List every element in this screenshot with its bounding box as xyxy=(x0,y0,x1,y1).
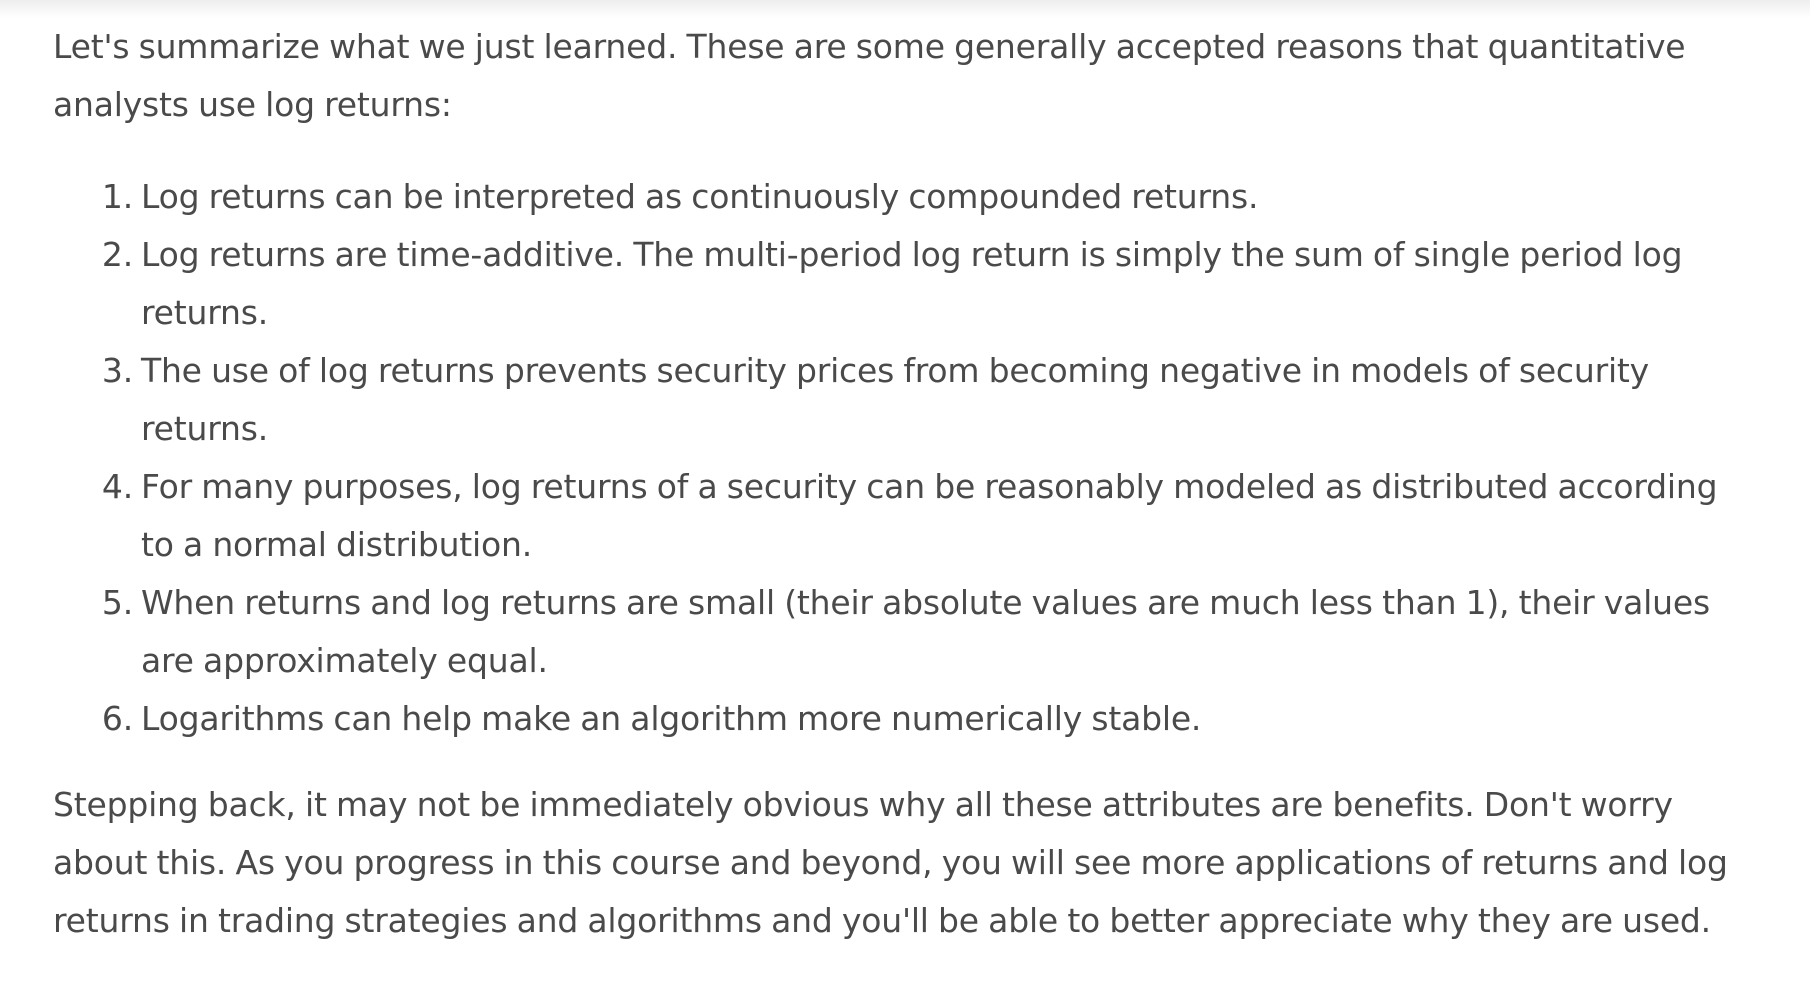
list-number: 6. xyxy=(101,699,133,738)
list-item-text: Log returns can be interpreted as contin… xyxy=(141,177,1259,216)
intro-paragraph: Let's summarize what we just learned. Th… xyxy=(53,27,1686,124)
lesson-content: Let's summarize what we just learned. Th… xyxy=(53,18,1768,950)
list-item-text: Logarithms can help make an algorithm mo… xyxy=(141,699,1202,738)
list-item: 5. When returns and log returns are smal… xyxy=(53,574,1768,690)
list-item-text: Log returns are time-additive. The multi… xyxy=(141,235,1683,332)
list-number: 4. xyxy=(101,467,133,506)
closing-paragraph: Stepping back, it may not be immediately… xyxy=(53,785,1728,940)
list-item: 3. The use of log returns prevents secur… xyxy=(53,342,1768,458)
list-item-text: When returns and log returns are small (… xyxy=(141,583,1710,680)
list-item: 6. Logarithms can help make an algorithm… xyxy=(53,690,1768,748)
reasons-list: 1. Log returns can be interpreted as con… xyxy=(53,168,1768,748)
list-item: 4. For many purposes, log returns of a s… xyxy=(53,458,1768,574)
list-number: 2. xyxy=(101,235,133,274)
list-item-text: For many purposes, log returns of a secu… xyxy=(141,467,1718,564)
list-number: 5. xyxy=(101,583,133,622)
list-item: 1. Log returns can be interpreted as con… xyxy=(53,168,1768,226)
top-shadow xyxy=(0,0,1810,18)
list-number: 3. xyxy=(101,351,133,390)
list-item-text: The use of log returns prevents security… xyxy=(141,351,1649,448)
list-number: 1. xyxy=(101,177,133,216)
list-item: 2. Log returns are time-additive. The mu… xyxy=(53,226,1768,342)
